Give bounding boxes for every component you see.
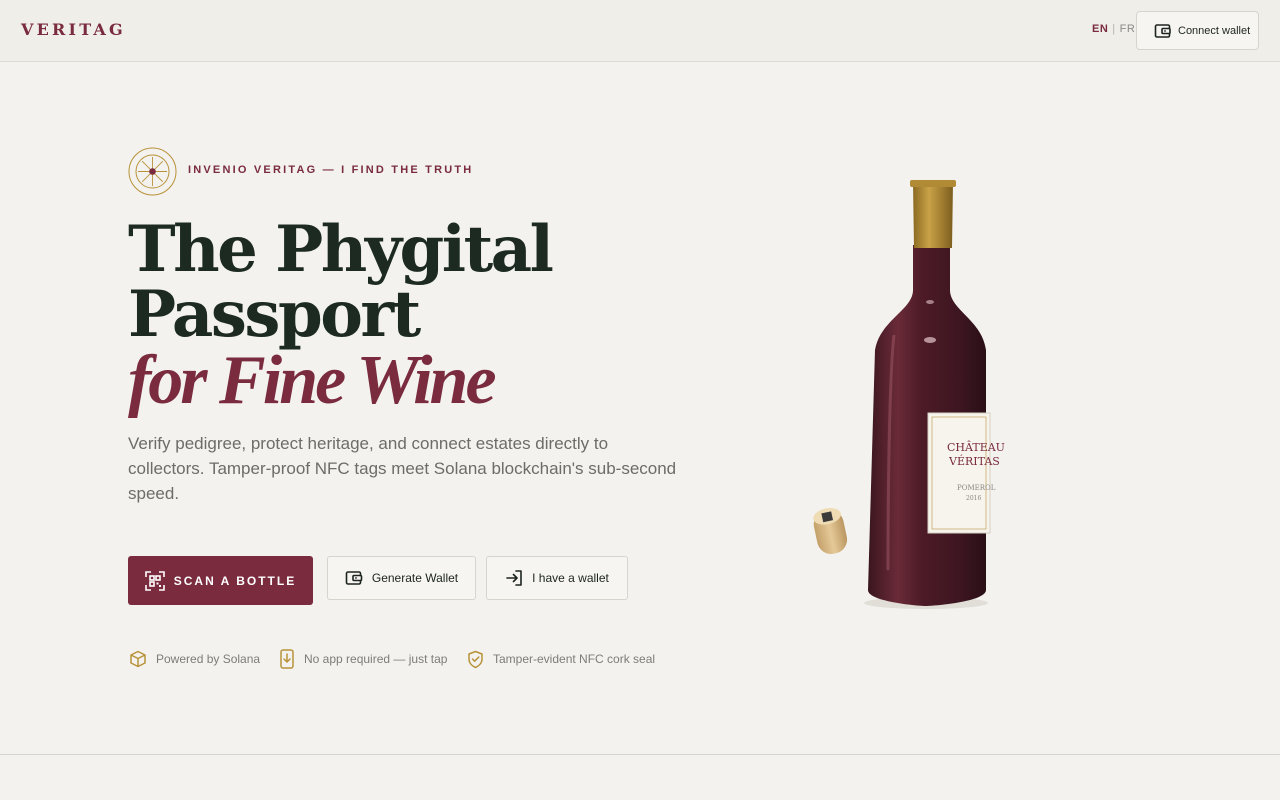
feature-label: No app required — just tap	[304, 652, 448, 666]
wallet-icon	[345, 571, 363, 585]
lang-separator: |	[1112, 23, 1116, 35]
section-divider	[0, 754, 1280, 755]
shield-check-icon	[468, 650, 483, 668]
hero-title-line1: The Phygital	[128, 212, 554, 287]
generate-wallet-button[interactable]: Generate Wallet	[327, 556, 476, 600]
have-wallet-label: I have a wallet	[532, 571, 609, 585]
scan-bottle-button[interactable]: SCAN A BOTTLE	[128, 556, 313, 605]
connect-wallet-button[interactable]: Connect wallet	[1136, 11, 1259, 50]
lang-fr-link[interactable]: FR	[1120, 23, 1136, 35]
sign-in-icon	[506, 570, 522, 586]
nfc-cork	[813, 507, 848, 554]
label-text-line1: CHÂTEAU	[947, 440, 1005, 454]
hero-description: Verify pedigree, protect heritage, and c…	[128, 434, 677, 503]
wine-bottle-illustration: CHÂTEAU VÉRITAS POMEROL 2016	[813, 180, 1005, 609]
lang-en-link[interactable]: EN	[1092, 23, 1108, 35]
cube-icon	[130, 650, 146, 668]
generate-wallet-label: Generate Wallet	[371, 571, 459, 585]
hero-title-line3: for Fine Wine	[128, 342, 497, 419]
feature-label: Powered by Solana	[156, 652, 261, 666]
label-text-line3: POMEROL	[957, 484, 996, 492]
feature-label: Tamper-evident NFC cork seal	[493, 652, 656, 666]
label-text-line2: VÉRITAS	[948, 454, 1000, 468]
have-wallet-button[interactable]: I have a wallet	[486, 556, 628, 600]
hero-title-line2: Passport	[128, 277, 421, 352]
feature-no-app: No app required — just tap	[279, 649, 447, 669]
connect-wallet-label: Connect wallet	[1178, 24, 1251, 37]
feature-solana: Powered by Solana	[129, 649, 260, 669]
scan-bottle-label: SCAN A BOTTLE	[173, 573, 297, 588]
phone-tap-icon	[280, 649, 294, 669]
qr-scan-icon	[144, 570, 165, 591]
compass-seal-icon	[128, 147, 177, 196]
wallet-icon	[1154, 23, 1171, 38]
brand-logo[interactable]: VERITAG	[21, 20, 126, 39]
feature-cork-seal: Tamper-evident NFC cork seal	[467, 649, 655, 669]
hero-eyebrow: INVENIO VERITAG — I FIND THE TRUTH	[188, 164, 474, 176]
label-text-line4: 2016	[966, 495, 981, 502]
language-switcher: EN | FR	[1092, 23, 1135, 35]
top-navbar: VERITAG EN | FR Connect wallet	[0, 0, 1280, 62]
